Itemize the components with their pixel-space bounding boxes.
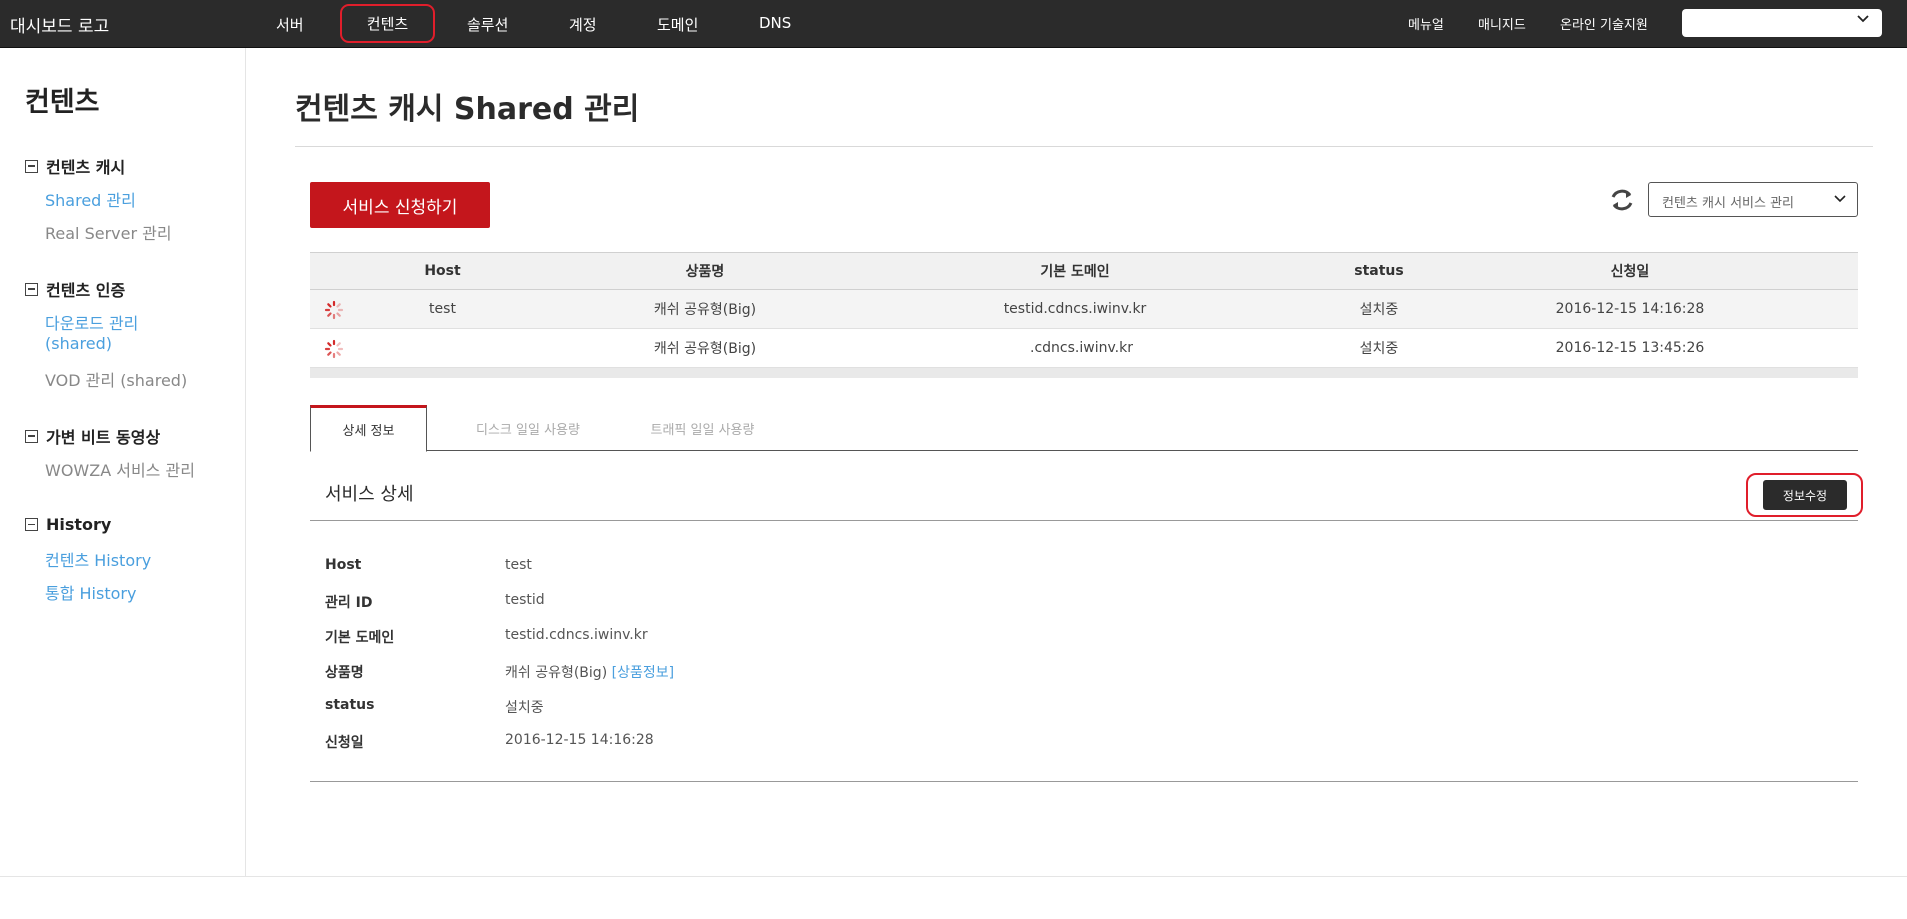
footer-divider	[0, 876, 1907, 877]
sidebar-group-label: 컨텐츠 인증	[46, 281, 126, 300]
tab-detail-info[interactable]: 상세 정보	[310, 405, 427, 452]
detail-value: testid.cdncs.iwinv.kr	[505, 627, 648, 643]
sidebar-item-vod[interactable]: VOD 관리 (shared)	[45, 367, 187, 391]
sidebar-item-contents-history[interactable]: 컨텐츠 History	[45, 547, 151, 571]
sidebar-item-download-shared[interactable]: (shared)	[45, 334, 112, 353]
nav-managed[interactable]: 매니지드	[1478, 14, 1526, 33]
column-status: status	[1354, 263, 1404, 279]
top-navigation-bar: 대시보드 로고 서버 컨텐츠 솔루션 계정 도메인 DNS 메뉴얼 매니지드 온…	[0, 0, 1907, 48]
detail-divider	[310, 520, 1858, 521]
nav-contents-label: 컨텐츠	[366, 15, 409, 33]
detail-value: 설치중	[505, 700, 544, 716]
service-manage-select[interactable]: 컨텐츠 캐시 서비스 관리	[1648, 182, 1858, 217]
sidebar-group-label: 가변 비트 동영상	[46, 428, 161, 447]
detail-key: Host	[325, 557, 362, 573]
detail-end-divider	[310, 781, 1858, 782]
nav-contents[interactable]: 컨텐츠	[340, 4, 435, 43]
detail-value: testid	[505, 592, 545, 608]
sidebar-group-contents-auth[interactable]: 컨텐츠 인증	[25, 277, 125, 301]
nav-server[interactable]: 서버	[276, 14, 304, 35]
detail-value: test	[505, 557, 532, 573]
sidebar-group-contents-cache[interactable]: 컨텐츠 캐시	[25, 154, 125, 178]
page-title: 컨텐츠 캐시 Shared 관리	[295, 92, 640, 127]
sidebar-group-label: 컨텐츠 캐시	[46, 158, 126, 177]
cell-domain: .cdncs.iwinv.kr	[1030, 340, 1133, 356]
refresh-icon[interactable]	[1608, 186, 1636, 214]
column-product: 상품명	[685, 264, 725, 280]
nav-account[interactable]: 계정	[569, 14, 597, 35]
apply-service-button[interactable]: 서비스 신청하기	[310, 182, 490, 228]
table-header: Host 상품명 기본 도메인 status 신청일	[310, 252, 1858, 290]
sidebar-item-download[interactable]: 다운로드 관리	[45, 310, 138, 334]
sidebar: 컨텐츠 컨텐츠 캐시 Shared 관리 Real Server 관리 컨텐츠 …	[0, 48, 246, 876]
collapse-icon	[25, 282, 38, 296]
table-row[interactable]: test 캐쉬 공유형(Big) testid.cdncs.iwinv.kr 설…	[310, 290, 1858, 329]
detail-tabs: 상세 정보 디스크 일일 사용량 트래픽 일일 사용량	[310, 405, 1858, 452]
cell-product: 캐쉬 공유형(Big)	[653, 341, 757, 357]
detail-key: status	[325, 697, 375, 713]
detail-key: 신청일	[325, 735, 364, 751]
cell-date: 2016-12-15 14:16:28	[1555, 301, 1705, 317]
collapse-icon	[25, 518, 38, 531]
product-info-link[interactable]: [상품정보]	[612, 665, 674, 681]
sidebar-item-total-history[interactable]: 통합 History	[45, 580, 136, 604]
service-manage-select-value: 컨텐츠 캐시 서비스 관리	[1662, 196, 1794, 211]
cell-date: 2016-12-15 13:45:26	[1555, 340, 1705, 356]
sidebar-item-real-server[interactable]: Real Server 관리	[45, 220, 172, 244]
table-row[interactable]: 캐쉬 공유형(Big) .cdncs.iwinv.kr 설치중 2016-12-…	[310, 329, 1858, 368]
detail-key: 상품명	[325, 665, 364, 681]
sidebar-item-wowza[interactable]: WOWZA 서비스 관리	[45, 457, 195, 481]
collapse-icon	[25, 159, 38, 173]
title-divider	[295, 146, 1873, 147]
column-domain: 기본 도메인	[1040, 264, 1110, 280]
cell-host	[380, 329, 505, 367]
sidebar-group-history[interactable]: History	[25, 515, 111, 534]
detail-key: 기본 도메인	[325, 630, 395, 646]
cell-status: 설치중	[1359, 341, 1399, 357]
sidebar-item-shared[interactable]: Shared 관리	[45, 187, 136, 211]
dashboard-logo[interactable]: 대시보드 로고	[10, 12, 109, 37]
sidebar-group-label: History	[46, 515, 112, 534]
detail-value: 캐쉬 공유형(Big)	[505, 665, 608, 681]
service-table: Host 상품명 기본 도메인 status 신청일 test 캐쉬 공유형(B…	[310, 252, 1858, 378]
tab-traffic-daily-usage[interactable]: 트래픽 일일 사용량	[615, 405, 790, 451]
nav-online-support[interactable]: 온라인 기술지원	[1560, 14, 1648, 33]
loading-spinner-icon	[324, 339, 344, 359]
nav-solution[interactable]: 솔루션	[467, 14, 508, 35]
nav-domain[interactable]: 도메인	[657, 14, 698, 35]
nav-dns[interactable]: DNS	[759, 14, 791, 32]
detail-value-wrap: 캐쉬 공유형(Big) [상품정보]	[505, 662, 1105, 682]
top-dropdown[interactable]	[1682, 9, 1882, 37]
sidebar-group-variable-bitrate[interactable]: 가변 비트 동영상	[25, 424, 160, 448]
cell-host: test	[429, 301, 456, 317]
detail-key: 관리 ID	[325, 595, 373, 611]
column-host: Host	[424, 263, 461, 279]
table-footer	[310, 368, 1858, 378]
nav-manual[interactable]: 메뉴얼	[1408, 14, 1444, 33]
detail-value: 2016-12-15 14:16:28	[505, 732, 654, 748]
cell-product: 캐쉬 공유형(Big)	[653, 302, 757, 318]
chevron-down-icon	[1857, 15, 1869, 23]
edit-info-button[interactable]: 정보수정	[1763, 480, 1847, 510]
cell-status: 설치중	[1359, 302, 1399, 318]
tab-disk-daily-usage[interactable]: 디스크 일일 사용량	[443, 405, 613, 451]
loading-spinner-icon	[324, 300, 344, 320]
collapse-icon	[25, 429, 38, 443]
service-detail-title: 서비스 상세	[325, 484, 414, 505]
chevron-down-icon	[1834, 195, 1846, 203]
sidebar-title: 컨텐츠	[25, 87, 100, 118]
column-date: 신청일	[1610, 264, 1650, 280]
cell-domain: testid.cdncs.iwinv.kr	[1003, 301, 1147, 317]
